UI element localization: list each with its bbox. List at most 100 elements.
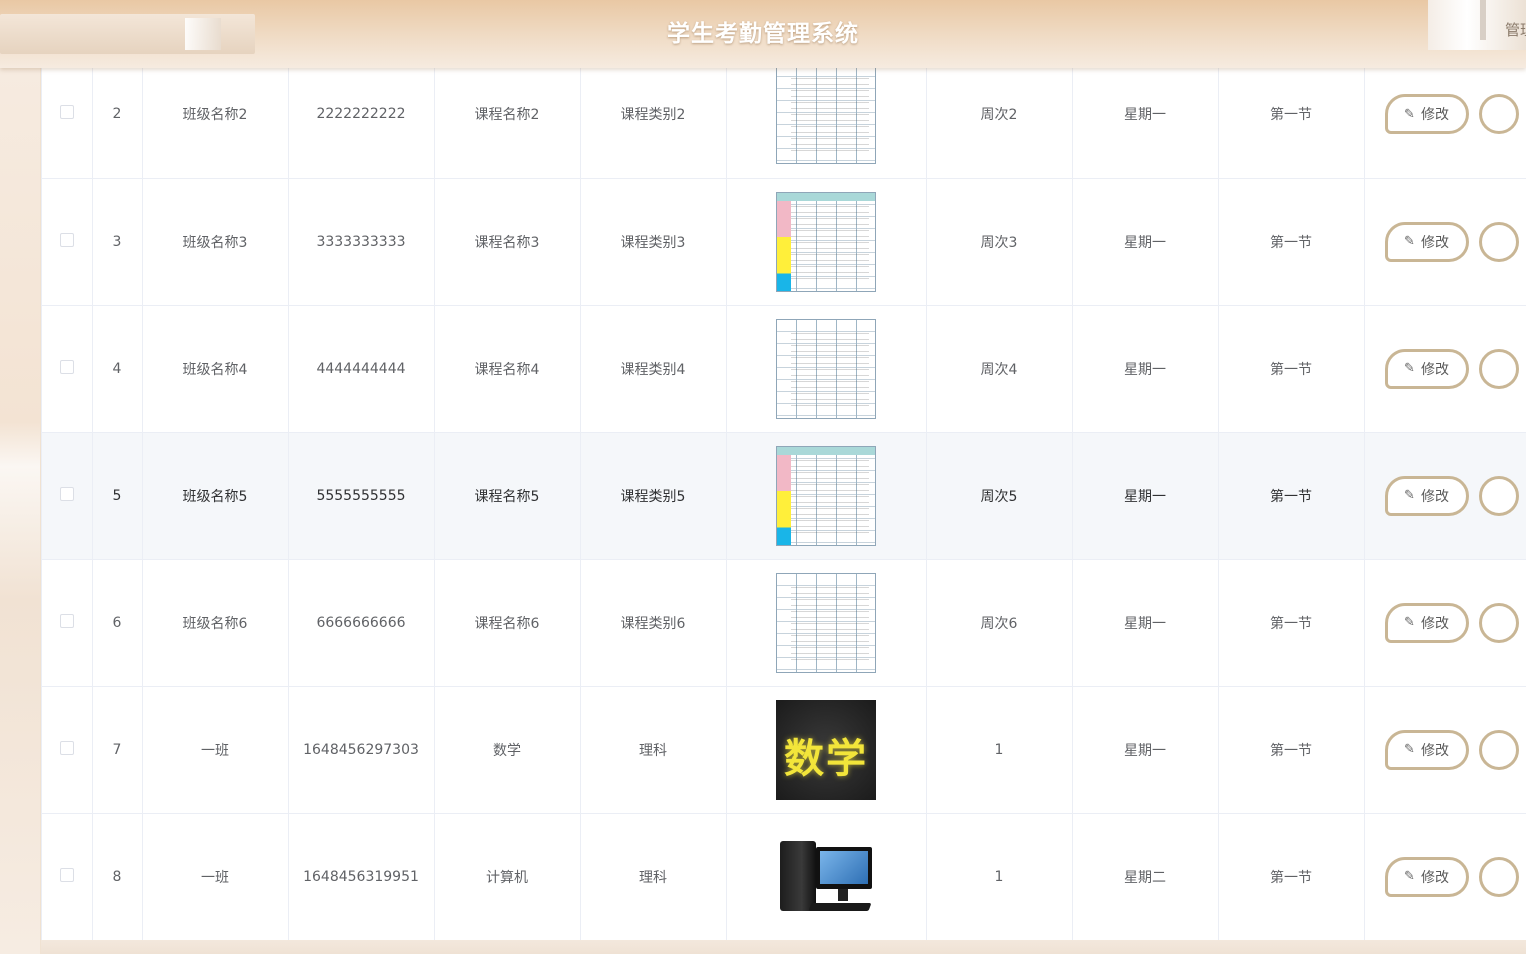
row-checkbox-cell: [42, 178, 93, 306]
row-checkbox[interactable]: [59, 867, 74, 882]
edit-button-label: 修改: [1420, 234, 1449, 251]
row-checkbox[interactable]: [59, 613, 74, 628]
cell-image: [726, 51, 927, 179]
table-row[interactable]: 4 班级名称4 4444444444 课程名称4 课程类别4 周次4 星期一 第一节 ✎ 修改: [42, 305, 1526, 433]
more-action-button[interactable]: [1478, 348, 1519, 389]
course-image[interactable]: [776, 445, 876, 546]
cell-week: 周次5: [926, 432, 1073, 560]
page-title: 学生考勤管理系统: [667, 21, 859, 47]
cell-index: 7: [92, 686, 143, 814]
edit-button[interactable]: ✎ 修改: [1384, 221, 1469, 262]
cell-course-type: 课程类别5: [580, 432, 727, 560]
row-checkbox-cell: [42, 813, 93, 940]
row-checkbox[interactable]: [59, 486, 74, 501]
edit-icon: ✎: [1404, 742, 1415, 757]
table-row[interactable]: 8 一班 1648456319951 计算机 理科 1 星期二 第一节 ✎ 修改: [42, 813, 1526, 940]
course-image[interactable]: [776, 191, 876, 292]
cell-image: [726, 559, 927, 687]
edit-button-label: 修改: [1420, 107, 1449, 124]
cell-class-name: 班级名称4: [142, 305, 289, 433]
cell-actions: ✎ 修改: [1364, 432, 1526, 560]
sidebar: [0, 68, 40, 954]
row-checkbox[interactable]: [59, 359, 74, 374]
cell-course-no: 1648456297303: [288, 686, 435, 814]
row-checkbox[interactable]: [59, 232, 74, 247]
cell-course-type: 理科: [580, 686, 727, 814]
cell-index: 4: [92, 305, 143, 433]
edit-icon: ✎: [1404, 106, 1415, 122]
cell-actions: ✎ 修改: [1364, 305, 1526, 433]
course-image[interactable]: [776, 572, 876, 673]
cell-weekday: 星期一: [1072, 51, 1219, 179]
edit-button-label: 修改: [1420, 615, 1449, 632]
cell-course-name: 课程名称6: [434, 559, 581, 687]
edit-icon: ✎: [1404, 488, 1415, 503]
more-action-button[interactable]: [1478, 94, 1519, 135]
cell-index: 3: [92, 178, 143, 306]
cell-index: 8: [92, 813, 143, 940]
edit-button-label: 修改: [1420, 742, 1449, 759]
cell-index: 5: [92, 432, 143, 560]
cell-image: [726, 813, 927, 940]
edit-button[interactable]: ✎ 修改: [1384, 856, 1469, 897]
cell-period: 第一节: [1218, 686, 1365, 814]
cell-course-type: 课程类别6: [580, 559, 727, 687]
edit-button[interactable]: ✎ 修改: [1384, 475, 1469, 516]
course-image[interactable]: [776, 826, 876, 927]
cell-weekday: 星期一: [1072, 686, 1219, 814]
course-image[interactable]: [776, 64, 876, 165]
cell-period: 第一节: [1218, 178, 1365, 306]
edit-button[interactable]: ✎ 修改: [1384, 602, 1469, 643]
cell-week: 周次4: [926, 305, 1073, 433]
cell-period: 第一节: [1218, 51, 1365, 179]
row-checkbox[interactable]: [59, 740, 74, 755]
cell-image: [726, 432, 927, 560]
more-action-button[interactable]: [1478, 729, 1519, 770]
edit-button-label: 修改: [1420, 488, 1449, 505]
table-row[interactable]: 3 班级名称3 3333333333 课程名称3 课程类别3 周次3 星期一 第一节 ✎ 修改: [42, 178, 1526, 306]
table-row[interactable]: 7 一班 1648456297303 数学 理科 数学 1 星期一 第一节 ✎ 修改: [42, 686, 1526, 814]
row-checkbox[interactable]: [59, 105, 74, 120]
edit-icon: ✎: [1404, 361, 1415, 376]
course-table: 2 班级名称2 2222222222 课程名称2 课程类别2 周次2 星期一 第一节 ✎ 修改 3 班…: [41, 51, 1526, 940]
cell-image: 数学: [726, 686, 927, 814]
cell-course-type: 理科: [580, 813, 727, 940]
user-menu[interactable]: 管理员: [1505, 19, 1526, 40]
cell-index: 2: [92, 51, 143, 179]
more-action-button[interactable]: [1478, 221, 1519, 262]
row-checkbox-cell: [42, 559, 93, 687]
table-row[interactable]: 2 班级名称2 2222222222 课程名称2 课程类别2 周次2 星期一 第一节 ✎ 修改: [42, 51, 1526, 179]
more-action-button[interactable]: [1478, 856, 1519, 897]
edit-button-label: 修改: [1420, 361, 1449, 378]
table-row[interactable]: 5 班级名称5 5555555555 课程名称5 课程类别5 周次5 星期一 第一节 ✎ 修改: [42, 432, 1526, 560]
course-image[interactable]: [776, 318, 876, 419]
edit-button[interactable]: ✎ 修改: [1384, 729, 1469, 770]
edit-button[interactable]: ✎ 修改: [1384, 348, 1469, 389]
cell-course-no: 3333333333: [288, 178, 435, 306]
course-image[interactable]: 数学: [776, 699, 876, 800]
cell-index: 6: [92, 559, 143, 687]
course-image-text: 数学: [784, 734, 868, 782]
cell-course-no: 6666666666: [288, 559, 435, 687]
cell-course-no: 5555555555: [288, 432, 435, 560]
edit-button-label: 修改: [1420, 869, 1449, 886]
cell-week: 周次3: [926, 178, 1073, 306]
cell-actions: ✎ 修改: [1364, 686, 1526, 814]
more-action-button[interactable]: [1478, 475, 1519, 516]
cell-actions: ✎ 修改: [1364, 813, 1526, 940]
cell-week: 周次2: [926, 51, 1073, 179]
cell-course-name: 课程名称5: [434, 432, 581, 560]
row-checkbox-cell: [42, 305, 93, 433]
more-action-button[interactable]: [1478, 602, 1519, 643]
cell-class-name: 班级名称5: [142, 432, 289, 560]
cell-period: 第一节: [1218, 432, 1365, 560]
cell-week: 1: [926, 686, 1073, 814]
cell-image: [726, 305, 927, 433]
edit-icon: ✎: [1404, 234, 1415, 249]
edit-button[interactable]: ✎ 修改: [1384, 94, 1469, 135]
cell-weekday: 星期一: [1072, 178, 1219, 306]
cell-course-no: 4444444444: [288, 305, 435, 433]
table-row[interactable]: 6 班级名称6 6666666666 课程名称6 课程类别6 周次6 星期一 第一节 ✎ 修改: [42, 559, 1526, 687]
row-checkbox-cell: [42, 51, 93, 179]
cell-course-name: 计算机: [434, 813, 581, 940]
